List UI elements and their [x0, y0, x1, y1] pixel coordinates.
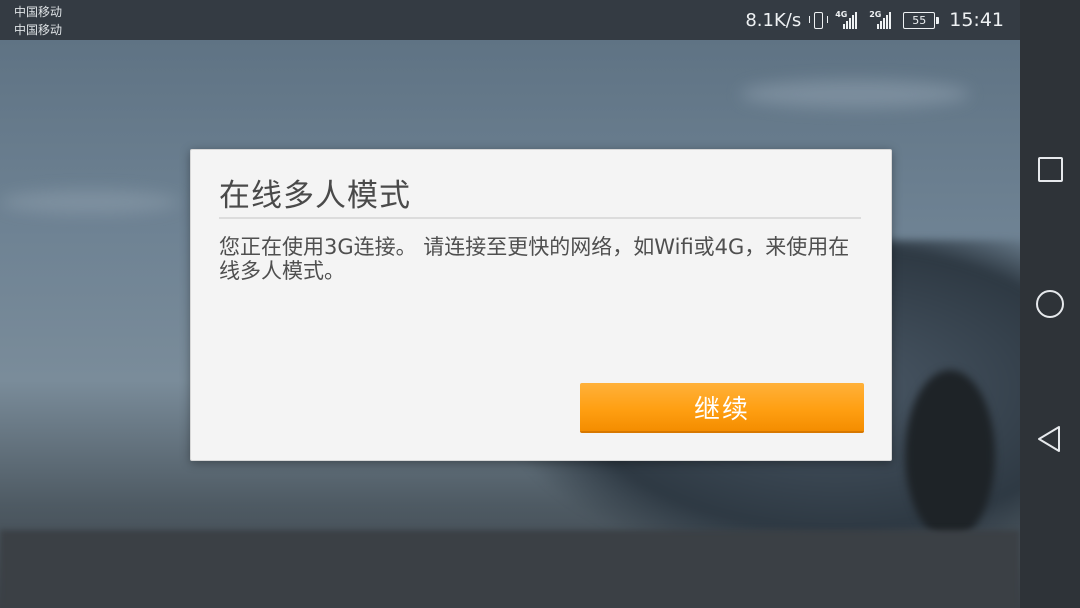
navigation-bar	[1020, 0, 1080, 608]
background-car-wheel	[905, 370, 995, 540]
dialog-divider	[219, 217, 861, 219]
vibrate-icon	[809, 10, 829, 30]
background-cloud	[0, 190, 180, 214]
continue-button[interactable]: 继续	[580, 383, 864, 433]
clock: 15:41	[949, 9, 1004, 31]
recent-apps-icon[interactable]	[1035, 154, 1065, 184]
battery-icon: 55	[903, 11, 940, 29]
sim2-signal-icon: 2G	[869, 10, 895, 30]
carrier-2-label: 中国移动	[14, 23, 63, 37]
status-bar: 中国移动 中国移动 8.1K/s 4G 2G 55 15:41	[0, 0, 1080, 40]
background-ground	[0, 530, 1020, 608]
dialog-message: 您正在使用3G连接。 请连接至更快的网络，如Wifi或4G，来使用在线多人模式。	[219, 235, 850, 283]
back-icon[interactable]	[1035, 424, 1065, 454]
dialog-title: 在线多人模式	[219, 178, 411, 214]
sim1-signal-icon: 4G	[835, 10, 861, 30]
home-icon[interactable]	[1035, 289, 1065, 319]
background-cloud	[740, 80, 970, 108]
network-speed: 8.1K/s	[745, 9, 802, 31]
status-icons: 8.1K/s 4G 2G 55 15:41	[745, 0, 1004, 40]
online-multiplayer-dialog: 在线多人模式 您正在使用3G连接。 请连接至更快的网络，如Wifi或4G，来使用…	[190, 149, 892, 461]
carrier-1-label: 中国移动	[14, 5, 63, 19]
